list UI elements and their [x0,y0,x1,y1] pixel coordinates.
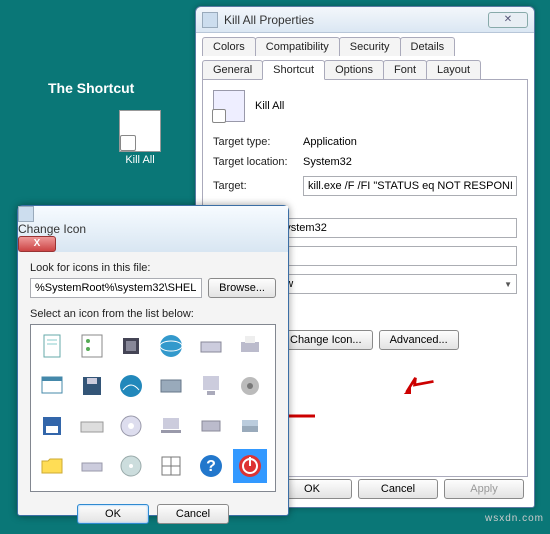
tab-colors[interactable]: Colors [202,37,256,56]
stack-icon[interactable] [233,409,267,443]
advanced-button[interactable]: Advanced... [379,330,459,350]
change-icon-title: Change Icon [18,222,288,236]
tree-icon[interactable] [75,329,109,363]
hdd-icon[interactable] [154,369,188,403]
folder-icon[interactable] [35,449,69,483]
save-icon[interactable] [35,409,69,443]
properties-titlebar[interactable]: Kill All Properties ✕ [196,7,534,33]
change-icon-dialog: Change Icon X Look for icons in this fil… [17,205,289,516]
keyboard-icon[interactable] [75,409,109,443]
drive2-icon[interactable] [75,449,109,483]
drive-icon[interactable] [194,329,228,363]
tab-details[interactable]: Details [400,37,456,56]
label-target-type: Target type: [213,136,303,148]
properties-title: Kill All Properties [224,13,488,27]
select-icon-label: Select an icon from the list below: [30,308,276,320]
gear-icon[interactable] [233,369,267,403]
shortcut-icon [119,110,161,152]
value-target-type: Application [303,136,517,148]
browse-button[interactable]: Browse... [208,278,276,298]
change-icon-button[interactable]: Change Icon... [279,330,373,350]
tab-row-1: Colors Compatibility Security Details [196,33,534,56]
floppy-icon[interactable] [75,369,109,403]
icon-list: ? ◄ ► [30,324,276,492]
properties-close-button[interactable]: ✕ [488,12,528,28]
globe-icon[interactable] [154,329,188,363]
tab-security[interactable]: Security [339,37,401,56]
tab-font[interactable]: Font [383,60,427,79]
svg-text:?: ? [206,458,216,475]
tab-shortcut[interactable]: Shortcut [262,60,325,80]
tab-options[interactable]: Options [324,60,384,79]
properties-footer: OK Cancel Apply [272,479,524,499]
chip-icon[interactable] [114,329,148,363]
pc-icon[interactable] [194,369,228,403]
serial-icon[interactable] [194,409,228,443]
shortcut-label: Kill All [110,154,170,166]
page-heading: The Shortcut [48,80,134,96]
help-icon[interactable]: ? [194,449,228,483]
power-icon[interactable] [233,449,267,483]
tab-layout[interactable]: Layout [426,60,481,79]
chevron-down-icon: ▼ [504,280,512,289]
change-icon-close-button[interactable]: X [18,236,56,252]
change-icon-cancel-button[interactable]: Cancel [157,504,229,524]
network-globe-icon[interactable] [114,369,148,403]
icon-path-input[interactable] [30,278,202,298]
window-icon[interactable] [35,369,69,403]
document-icon[interactable] [35,329,69,363]
change-icon-sysicon [18,206,34,222]
grid-icon[interactable] [154,449,188,483]
laptop-icon[interactable] [154,409,188,443]
shortcut-name: Kill All [255,100,284,112]
watermark: wsxdn.com [485,513,544,524]
tab-general[interactable]: General [202,60,263,79]
label-target-location: Target location: [213,156,303,168]
change-icon-ok-button[interactable]: OK [77,504,149,524]
cd-icon[interactable] [114,409,148,443]
properties-cancel-button[interactable]: Cancel [358,479,438,499]
label-target: Target: [213,180,303,192]
tab-row-2: General Shortcut Options Font Layout [196,56,534,79]
properties-sysicon [202,12,218,28]
properties-apply-button[interactable]: Apply [444,479,524,499]
icon-list-scrollbar[interactable]: ◄ ► [31,491,275,492]
target-input[interactable] [303,176,517,196]
disc-icon[interactable] [114,449,148,483]
value-target-location: System32 [303,156,517,168]
printer-icon[interactable] [233,329,267,363]
look-for-label: Look for icons in this file: [30,262,276,274]
desktop-shortcut[interactable]: Kill All [110,110,170,166]
shortcut-big-icon [213,90,245,122]
tab-compatibility[interactable]: Compatibility [255,37,340,56]
change-icon-titlebar[interactable]: Change Icon X [18,206,288,252]
